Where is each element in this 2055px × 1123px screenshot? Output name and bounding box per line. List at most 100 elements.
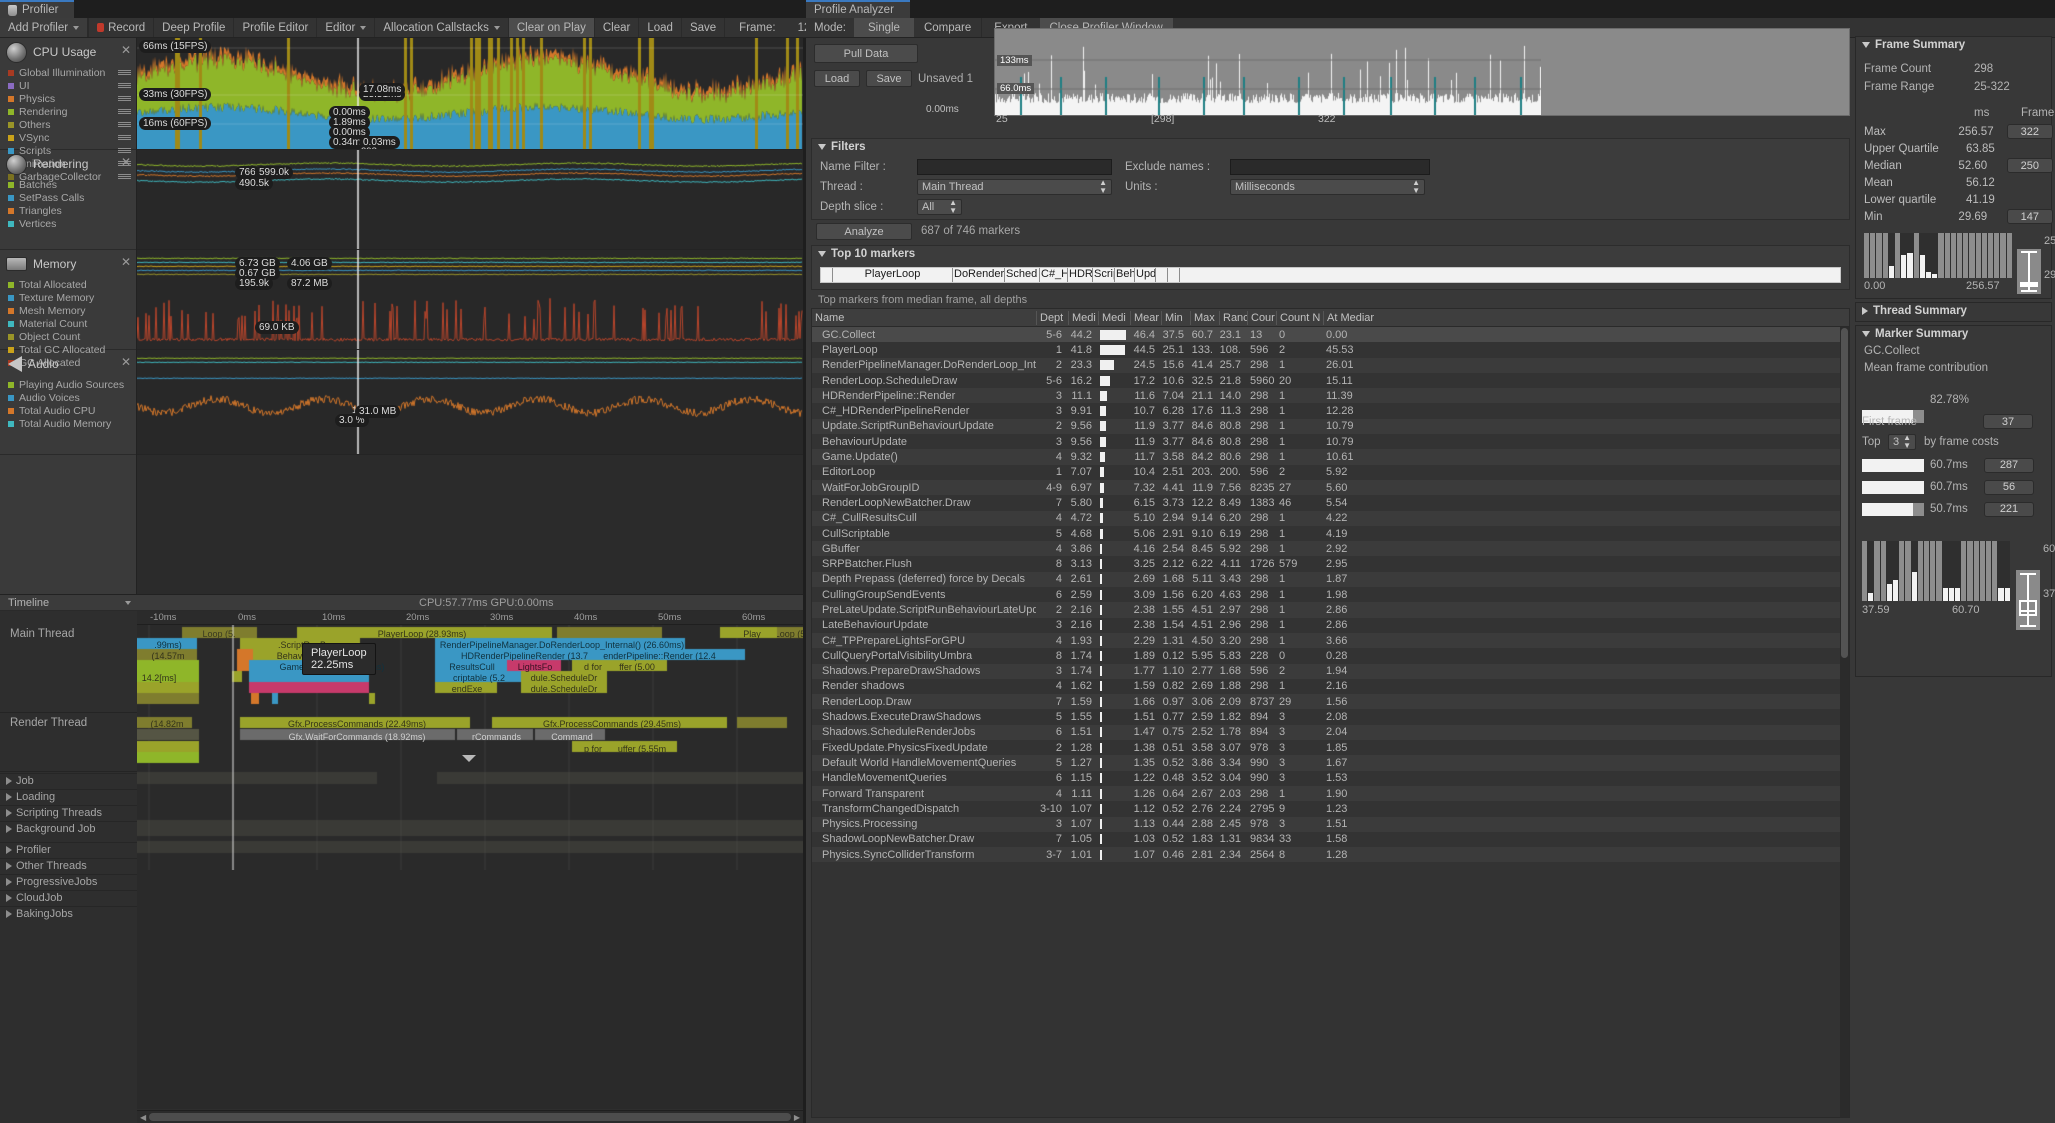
timeline-bar-label[interactable]: rCommands (459, 731, 534, 742)
timeline-bar-label[interactable]: ResultsCull (437, 661, 507, 672)
timeline-ruler[interactable]: -10ms 0ms 10ms 20ms 30ms 40ms 50ms 60ms (137, 611, 803, 625)
frame-stat-frame-button[interactable]: 147 (2006, 209, 2053, 224)
marker-table[interactable]: Name Dept Medi Medi Mear Min Max Ranc Co… (811, 308, 1850, 1118)
tab-profiler[interactable]: Profiler (0, 0, 75, 18)
table-row[interactable]: SRPBatcher.Flush 8 3.13 3.25 2.12 6.22 4.11 172… (812, 556, 1849, 572)
top-markers-header[interactable]: Top 10 markers (812, 246, 1849, 262)
legend-item[interactable]: Physics (0, 92, 136, 105)
clear-on-play-toggle[interactable]: Clear on Play (508, 18, 595, 37)
units-dropdown[interactable]: Milliseconds ▲ ▼ (1230, 179, 1425, 195)
table-row[interactable]: C#_HDRenderPipelineRender 3 9.91 10.7 6.28 17… (812, 403, 1849, 419)
drag-handle-icon[interactable] (118, 96, 131, 101)
thread-dropdown[interactable]: Main Thread ▲ ▼ (917, 179, 1112, 195)
drag-handle-icon[interactable] (118, 122, 131, 127)
timeline-bar-label[interactable]: (14.82m (139, 718, 195, 729)
table-row[interactable]: RenderLoop.Draw 7 1.59 1.66 0.97 3.06 2.09 8737… (812, 694, 1849, 710)
col-count[interactable]: Cour (1247, 310, 1276, 325)
table-scrollbar-thumb[interactable] (1841, 328, 1848, 658)
legend-item[interactable]: Others (0, 118, 136, 131)
thread-row-cloudjob[interactable]: CloudJob (0, 890, 137, 904)
add-profiler-dropdown[interactable]: Add Profiler (0, 18, 89, 37)
thread-summary-panel[interactable]: Thread Summary (1855, 302, 2052, 322)
frame-stat-frame-button[interactable]: 322 (2006, 124, 2053, 139)
record-button[interactable]: Record (89, 18, 155, 37)
collapse-chevron-icon[interactable] (462, 755, 476, 762)
timeline-bar-label[interactable]: ffer (5.00 (607, 661, 667, 672)
timeline-bar-label[interactable]: PlayerLoop (28.93ms) (297, 628, 547, 639)
legend-item[interactable]: Triangles (0, 204, 136, 217)
marker-segment[interactable] (1156, 268, 1168, 282)
close-icon[interactable]: ✕ (121, 44, 131, 56)
table-row[interactable]: HandleMovementQueries 6 1.15 1.22 0.48 3.52 3.… (812, 770, 1849, 786)
scrollbar-thumb[interactable] (149, 1113, 791, 1121)
timeline-bar-label[interactable]: Gfx.ProcessCommands (22.49ms) (242, 718, 472, 729)
top-markers-bar[interactable]: PlayerLoop DoRenderL Sched C#_H HDR Scri… (820, 267, 1841, 283)
table-row[interactable]: Default World HandleMovementQueries 5 1.27… (812, 755, 1849, 771)
marker-segment[interactable] (1168, 268, 1180, 282)
top-cost-frame-button[interactable]: 56 (1984, 479, 2034, 495)
legend-item[interactable]: Batches (0, 178, 136, 191)
frame-stat-frame-button[interactable]: 250 (2006, 158, 2053, 173)
marker-segment[interactable]: Scrip (1093, 268, 1115, 282)
legend-item[interactable]: VSync (0, 131, 136, 144)
legend-item[interactable]: Mesh Memory (0, 304, 136, 317)
timeline-bar-label[interactable]: enderPipeline::Render (12.4 (577, 650, 742, 661)
filters-header[interactable]: Filters (812, 139, 1849, 155)
drag-handle-icon[interactable] (118, 135, 131, 140)
table-row[interactable]: CullingGroupSendEvents 6 2.59 3.09 1.56 6.20 4… (812, 587, 1849, 603)
table-row[interactable]: ShadowLoopNewBatcher.Draw 7 1.05 1.03 0.52 1.… (812, 831, 1849, 848)
audio-graph[interactable]: 1 3.0 % 31.0 MB (137, 350, 803, 455)
timeline-bar-label[interactable]: Play (722, 628, 782, 639)
chart-module-audio[interactable]: ✕ Audio Playing Audio Sources Audio Voic… (0, 350, 136, 455)
col-min[interactable]: Min (1161, 310, 1190, 325)
deep-profile-button[interactable]: Deep Profile (154, 18, 235, 37)
legend-item[interactable]: Rendering (0, 105, 136, 118)
marker-segment[interactable] (1180, 268, 1840, 282)
timeline-mode-dropdown[interactable]: Timeline (8, 597, 139, 609)
drag-handle-icon[interactable] (118, 83, 131, 88)
timeline-bar-label[interactable]: Command (537, 731, 607, 742)
table-row[interactable]: LateBehaviourUpdate 3 2.16 2.38 1.54 4.51 2.96… (812, 617, 1849, 633)
timeline-bar-label[interactable]: (14.57m (139, 650, 197, 661)
timeline-bar-label[interactable]: dule.ScheduleDr (522, 672, 606, 683)
table-row[interactable]: C#_TPPrepareLightsForGPU 4 1.93 2.29 1.31 4.5… (812, 632, 1849, 649)
legend-item[interactable]: Texture Memory (0, 291, 136, 304)
legend-item[interactable]: Material Count (0, 317, 136, 330)
legend-item[interactable]: UI (0, 79, 136, 92)
editor-dropdown[interactable]: Editor (317, 18, 376, 37)
table-row[interactable]: Shadows.PrepareDrawShadows 3 1.74 1.77 1.10 2… (812, 663, 1849, 679)
table-row[interactable]: Game.Update() 4 9.32 11.7 3.58 84.2 80.6 298 1 10… (812, 449, 1849, 465)
table-row[interactable]: Shadows.ScheduleRenderJobs 6 1.51 1.47 0.75 2… (812, 724, 1849, 741)
memory-graph[interactable]: 6.73 GB 0.67 GB 195.9k 4.06 GB 87.2 MB 6… (137, 250, 803, 350)
save-button[interactable]: Save (682, 18, 726, 37)
table-row[interactable]: Physics.Processing 3 1.07 1.13 0.44 2.88 2.45 9… (812, 816, 1849, 832)
marker-segment[interactable] (821, 268, 833, 282)
thread-row-bakingjobs[interactable]: BakingJobs (0, 906, 137, 920)
marker-segment[interactable]: C#_H (1040, 268, 1068, 282)
load-button[interactable]: Load (639, 18, 682, 37)
timeline-bar-label[interactable]: LightsFo (509, 661, 561, 672)
chart-module-cpu-usage[interactable]: ✕ CPU Usage Global Illumination UI Physi… (0, 38, 136, 183)
table-row[interactable]: HDRenderPipeline::Render 3 11.1 11.6 7.04 21.… (812, 388, 1849, 404)
analyze-button[interactable]: Analyze (816, 223, 912, 240)
thread-row-main[interactable]: Main Thread (0, 625, 137, 713)
table-row[interactable]: TransformChangedDispatch 3-10 1.07 1.12 0.52… (812, 801, 1849, 817)
table-row[interactable]: BehaviourUpdate 3 9.56 11.9 3.77 84.6 80.8 298 1… (812, 434, 1849, 450)
col-name[interactable]: Name (812, 311, 1036, 325)
table-row[interactable]: WaitForJobGroupID 4-9 6.97 7.32 4.41 11.9 7.56… (812, 479, 1849, 496)
stepper-icon[interactable]: ▲▼ (1099, 179, 1107, 195)
legend-item[interactable]: Playing Audio Sources (0, 378, 136, 391)
frame-summary-header[interactable]: Frame Summary (1856, 37, 2051, 53)
marker-segment[interactable]: HDR (1068, 268, 1093, 282)
col-mean[interactable]: Mear (1130, 310, 1161, 325)
table-row[interactable]: CullQueryPortalVisibilityUmbra 8 1.74 1.89 0… (812, 648, 1849, 664)
top-cost-frame-button[interactable]: 221 (1984, 501, 2034, 517)
profile-editor-button[interactable]: Profile Editor (234, 18, 318, 37)
legend-item[interactable]: Object Count (0, 330, 136, 343)
col-depth[interactable]: Dept (1036, 310, 1068, 325)
mode-single-button[interactable]: Single (853, 18, 914, 37)
table-row[interactable]: Update.ScriptRunBehaviourUpdate 2 9.56 11.9… (812, 418, 1849, 435)
table-row[interactable]: PlayerLoop 1 41.8 44.5 25.1 133. 108. 596 2 45.53 (812, 342, 1849, 358)
table-row[interactable]: FixedUpdate.PhysicsFixedUpdate 2 1.28 1.38 0… (812, 740, 1849, 756)
marker-summary-header[interactable]: Marker Summary (1856, 326, 2051, 342)
